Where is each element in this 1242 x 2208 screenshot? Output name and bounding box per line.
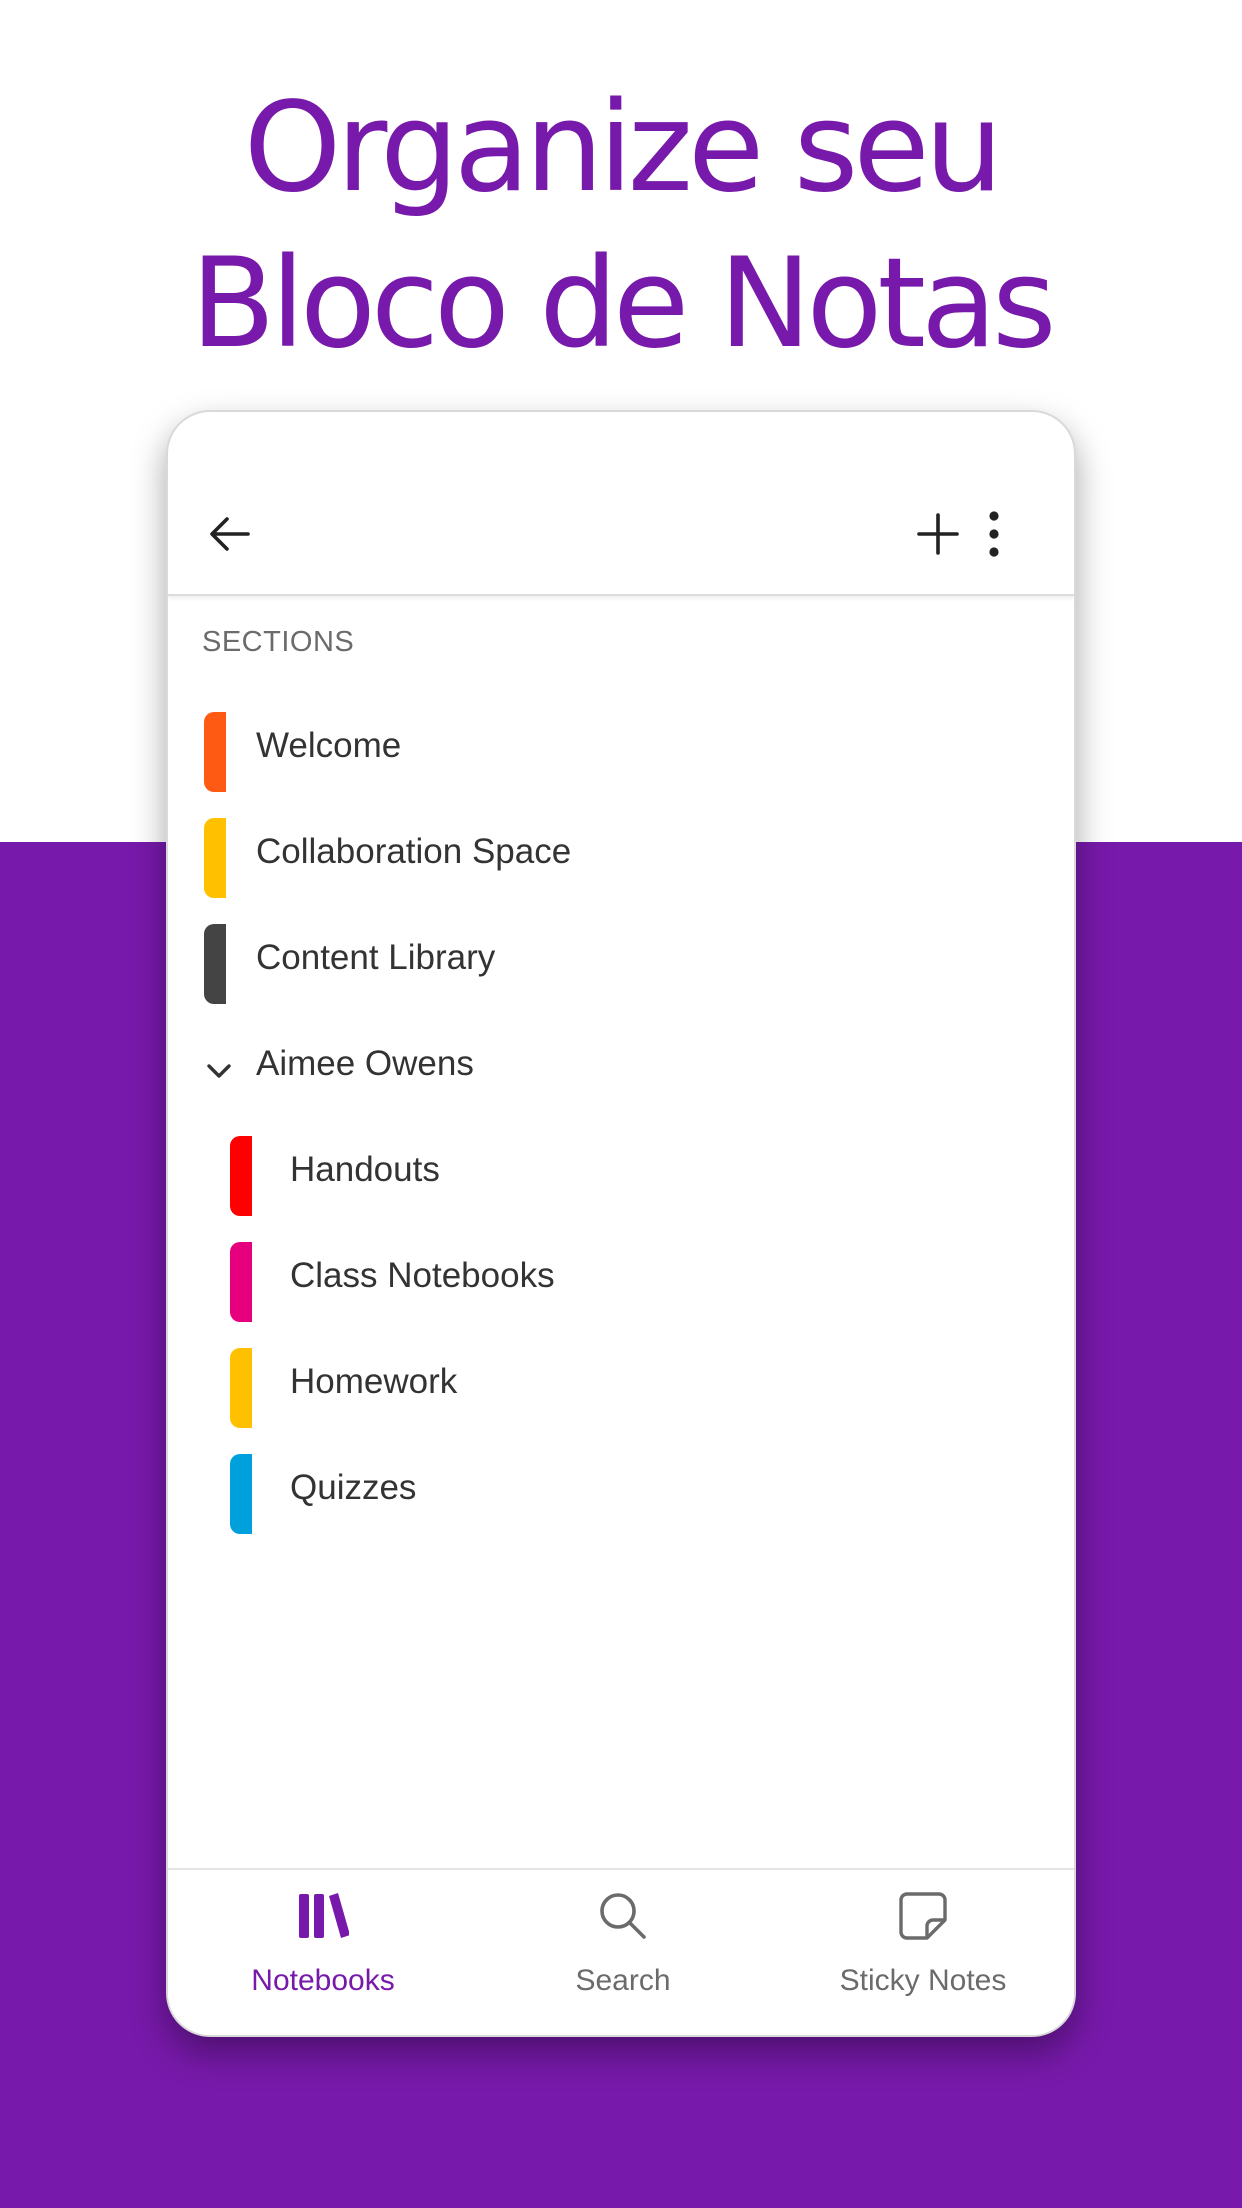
search-icon <box>600 1893 646 1939</box>
section-item-quizzes[interactable]: Quizzes <box>168 1454 1074 1534</box>
section-item-class-notebooks[interactable]: Class Notebooks <box>168 1242 1074 1322</box>
section-item-handouts[interactable]: Handouts <box>168 1136 1074 1216</box>
section-item-homework[interactable]: Homework <box>168 1348 1074 1428</box>
section-tab-icon <box>204 924 226 1004</box>
section-label: Content Library <box>256 938 496 977</box>
section-label: Quizzes <box>290 1468 417 1507</box>
chevron-down-icon[interactable] <box>204 1056 234 1086</box>
section-group-label: Aimee Owens <box>256 1044 474 1083</box>
nav-tab-search[interactable]: Search <box>473 1870 773 2035</box>
plus-icon[interactable] <box>912 508 964 560</box>
section-tab-icon <box>230 1242 252 1322</box>
section-label: Welcome <box>256 726 402 765</box>
section-tab-icon <box>230 1454 252 1534</box>
section-item-content-library[interactable]: Content Library <box>168 924 1074 1004</box>
section-item-welcome[interactable]: Welcome <box>168 712 1074 792</box>
app-bar <box>168 412 1074 596</box>
nav-label: Search <box>575 1964 671 1997</box>
promo-headline: Organize seu Bloco de Notas <box>0 70 1242 382</box>
nav-label: Notebooks <box>251 1964 395 1997</box>
section-group-aimee-owens[interactable]: Aimee Owens <box>168 1030 1074 1110</box>
section-tab-icon <box>204 818 226 898</box>
sections-header: SECTIONS <box>202 626 355 658</box>
headline-line-1: Organize seu <box>243 76 1003 220</box>
section-tab-icon <box>204 712 226 792</box>
bottom-navigation: Notebooks Search Sticky Notes <box>168 1868 1074 2035</box>
section-label: Collaboration Space <box>256 832 572 871</box>
nav-tab-notebooks[interactable]: Notebooks <box>173 1870 473 2035</box>
section-tab-icon <box>230 1136 252 1216</box>
phone-screen: SECTIONS Welcome Collaboration Space Con… <box>166 410 1076 2037</box>
section-label: Class Notebooks <box>290 1256 555 1295</box>
notebooks-icon <box>299 1893 349 1938</box>
arrow-left-icon[interactable] <box>204 508 256 560</box>
more-vertical-icon[interactable] <box>982 508 1006 560</box>
headline-line-2: Bloco de Notas <box>190 232 1056 376</box>
section-item-collaboration-space[interactable]: Collaboration Space <box>168 818 1074 898</box>
nav-label: Sticky Notes <box>839 1964 1007 1997</box>
nav-tab-sticky-notes[interactable]: Sticky Notes <box>773 1870 1073 2035</box>
sticky-note-icon <box>899 1892 947 1940</box>
section-label: Homework <box>290 1362 458 1401</box>
section-tab-icon <box>230 1348 252 1428</box>
section-label: Handouts <box>290 1150 440 1189</box>
